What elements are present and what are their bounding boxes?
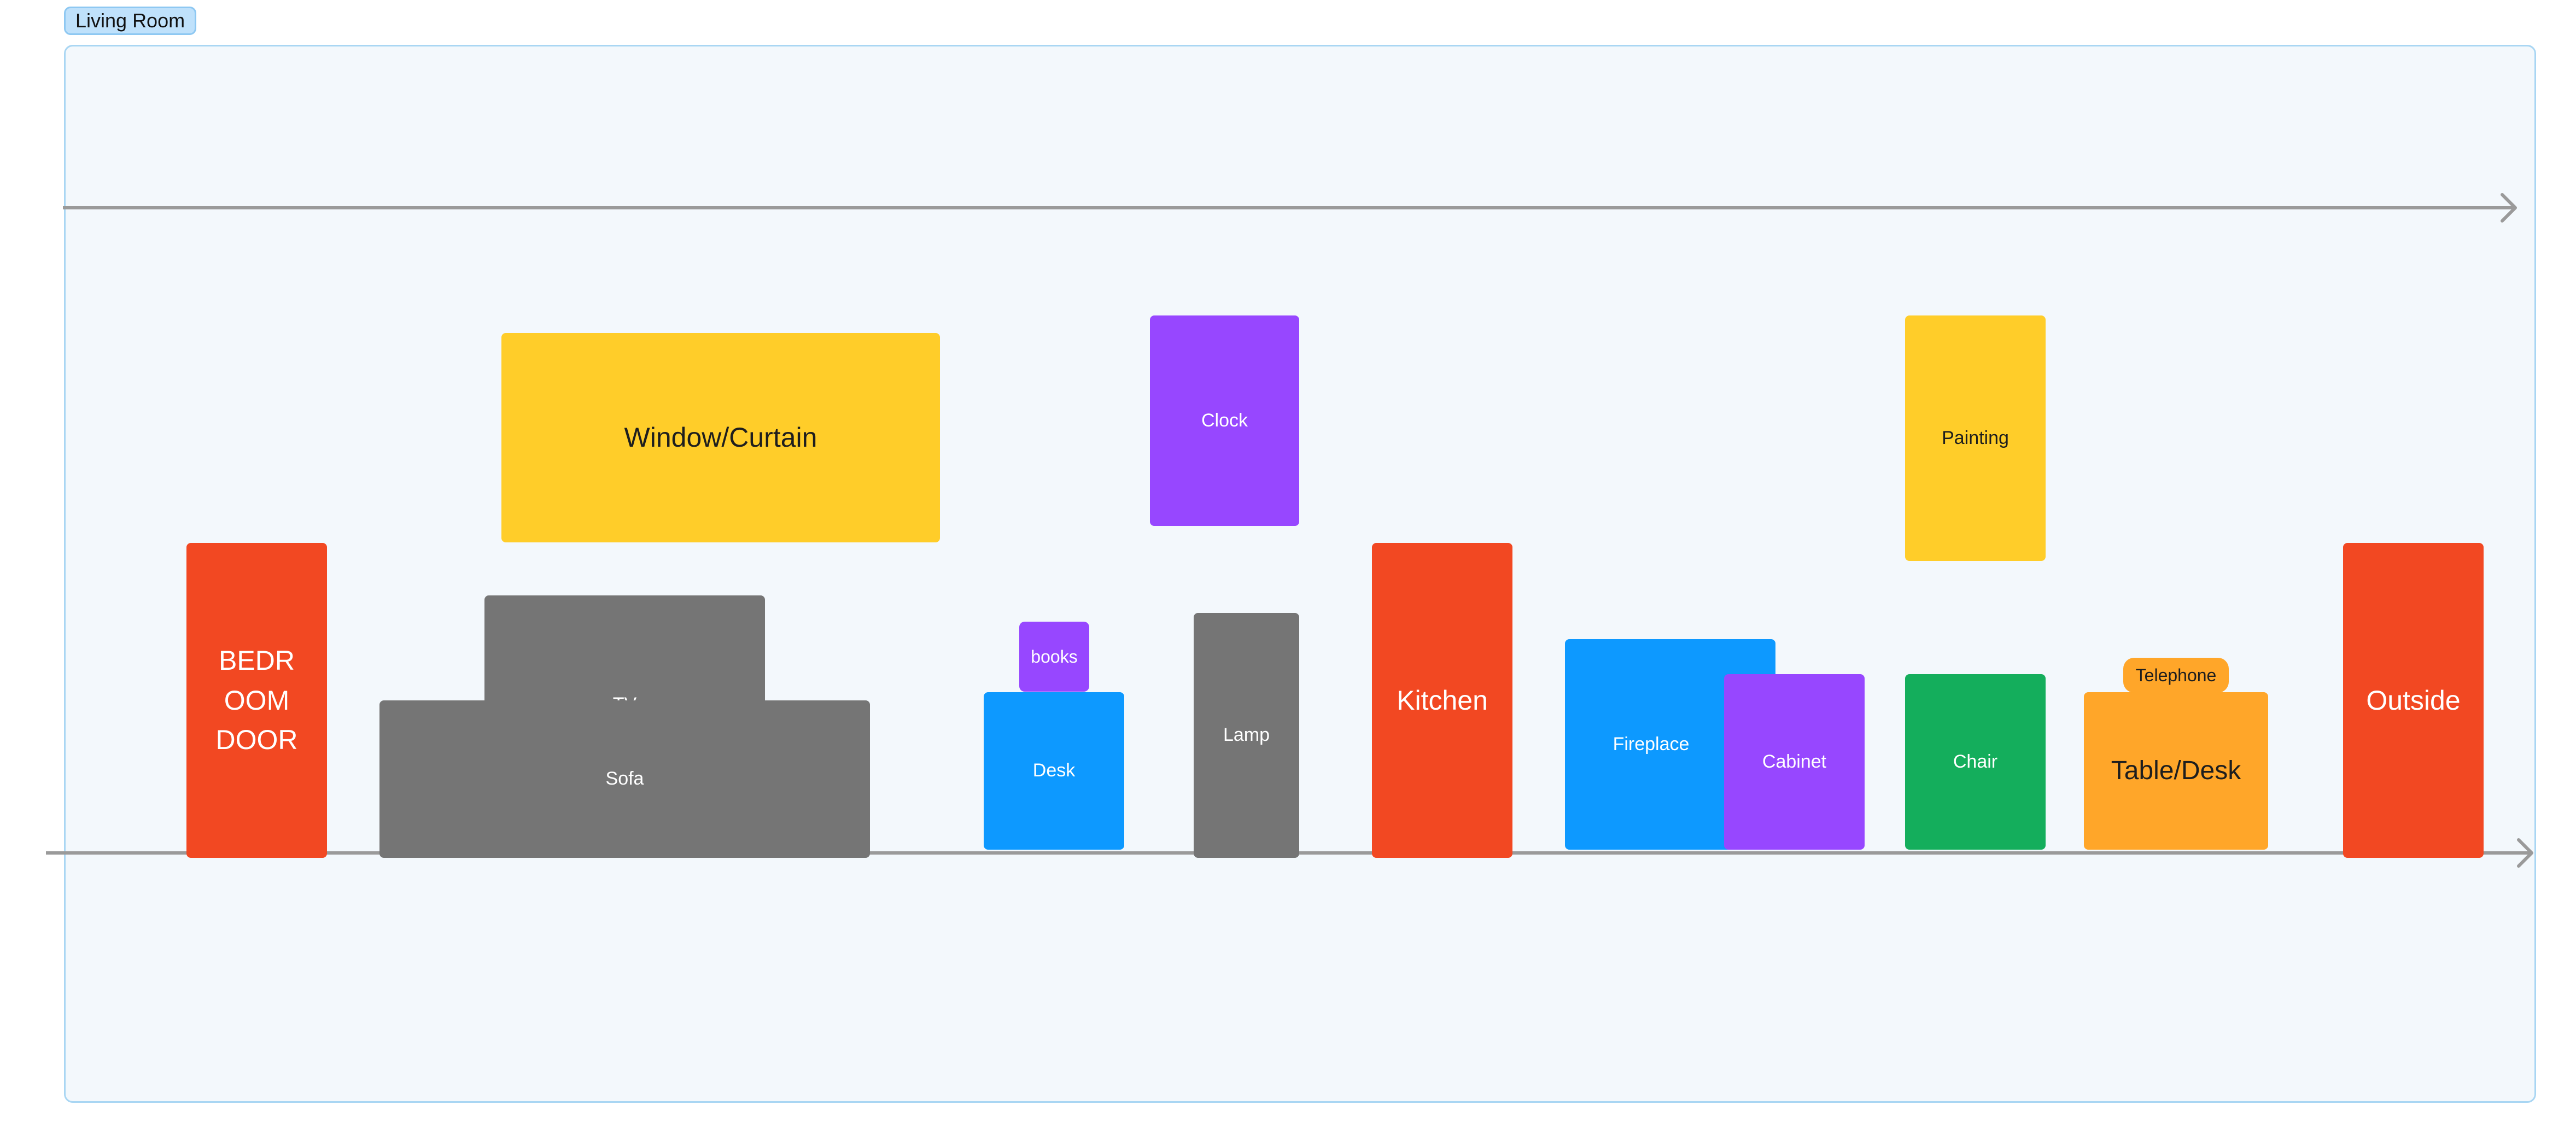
sticky-sofa[interactable]: Sofa [379, 700, 870, 858]
frame-title[interactable]: Living Room [64, 7, 197, 35]
sticky-lamp[interactable]: Lamp [1194, 613, 1299, 858]
living-room-frame[interactable] [64, 45, 2536, 1103]
sticky-outside[interactable]: Outside [2343, 543, 2484, 858]
sticky-window-curtain[interactable]: Window/Curtain [501, 333, 940, 542]
sticky-kitchen[interactable]: Kitchen [1372, 543, 1512, 858]
sticky-chair[interactable]: Chair [1905, 674, 2046, 850]
sticky-telephone[interactable]: Telephone [2123, 658, 2229, 693]
sticky-table-desk[interactable]: Table/Desk [2084, 692, 2268, 850]
sticky-cabinet[interactable]: Cabinet [1724, 674, 1865, 850]
sticky-clock[interactable]: Clock [1150, 315, 1299, 526]
sticky-books[interactable]: books [1019, 622, 1089, 692]
sticky-desk[interactable]: Desk [984, 692, 1124, 850]
sticky-bedroom-door[interactable]: BEDR OOM DOOR [186, 543, 327, 858]
sticky-painting[interactable]: Painting [1905, 315, 2046, 561]
whiteboard-canvas[interactable]: Living Room BEDR OOM DOOR Window/Curtain… [0, 0, 2576, 1146]
